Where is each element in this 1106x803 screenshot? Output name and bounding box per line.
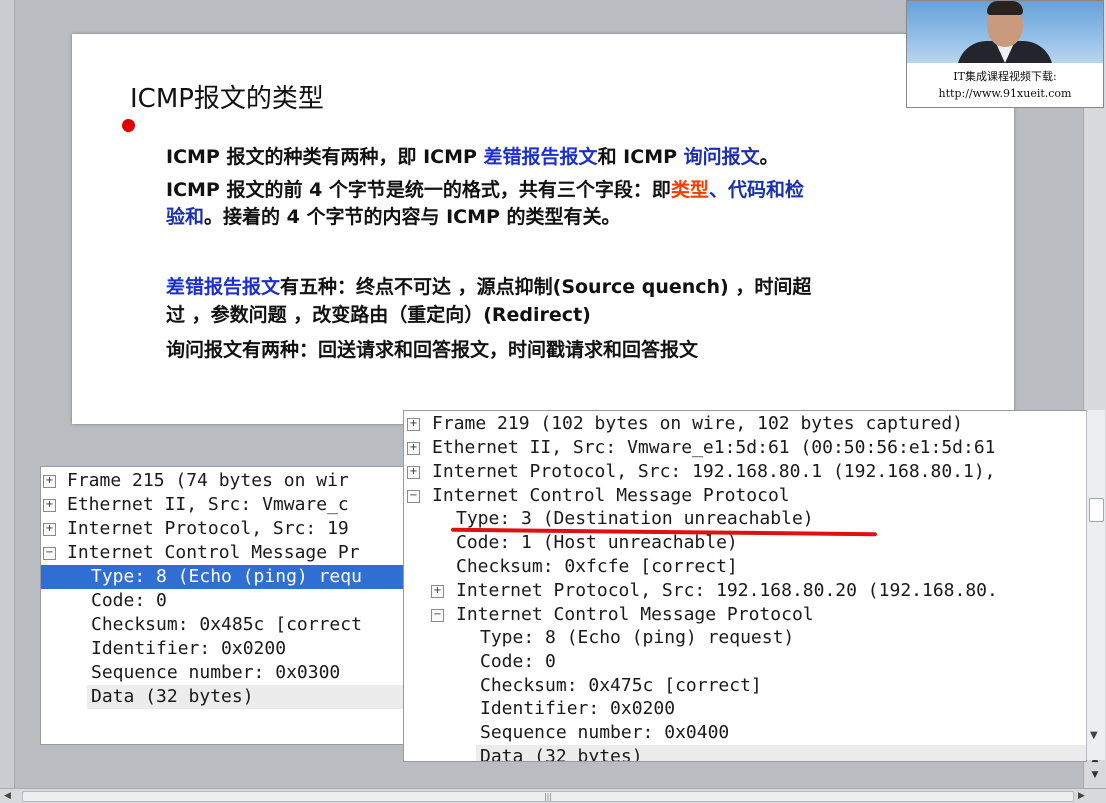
row-text: Internet Control Message Pr — [67, 542, 360, 563]
row-text: Sequence number: 0x0400 — [480, 722, 730, 743]
tree-row[interactable]: + Ethernet II, Src: Vmware_e1:5d:61 (00:5… — [404, 436, 1086, 460]
presenter-panel: IT集成课程视频下载: http://www.91xueit.com — [906, 0, 1104, 108]
expand-icon[interactable]: + — [431, 585, 444, 598]
text: 。接着的 4 个字节的内容与 ICMP 的类型有关。 — [204, 206, 621, 228]
expand-icon[interactable]: + — [407, 442, 420, 455]
tree-row[interactable]: + Internet Protocol, Src: 192.168.80.1 (1… — [404, 460, 1086, 484]
highlight-text: 验和 — [166, 206, 205, 228]
presenter-caption: IT集成课程视频下载: — [953, 70, 1057, 83]
text: 和 ICMP — [597, 146, 684, 168]
text: ICMP 报文的前 4 个字节是统一的格式，共有三个字段：即 — [166, 179, 671, 201]
row-text: Ethernet II, Src: Vmware_e1:5d:61 (00:50… — [432, 437, 996, 458]
row-text: Code: 1 (Host unreachable) — [456, 532, 738, 553]
expand-icon[interactable]: + — [43, 475, 56, 488]
row-text: Ethernet II, Src: Vmware_c — [67, 494, 349, 515]
text: 有五种：终点不可达 ，源点抑制(Source quench) ，时间超 — [280, 276, 812, 298]
row-text: Checksum: 0x475c [correct] — [480, 675, 762, 696]
collapse-icon[interactable]: − — [407, 490, 420, 503]
collapse-icon[interactable]: − — [431, 609, 444, 622]
text: 、 — [708, 179, 728, 201]
row-text: Internet Protocol, Src: 192.168.80.20 (1… — [456, 580, 998, 601]
row-text: Identifier: 0x0200 — [480, 698, 676, 719]
highlight-text: 代码和检 — [727, 179, 804, 201]
expand-icon[interactable]: + — [43, 523, 56, 536]
tree-row-selected[interactable]: Type: 8 (Echo (ping) requ — [41, 565, 404, 589]
highlight-text: 差错报告报文 — [166, 276, 281, 298]
tree-row[interactable]: + Internet Protocol, Src: 19 — [41, 517, 404, 541]
row-text: Frame 219 (102 bytes on wire, 102 bytes … — [432, 413, 964, 434]
tree-row[interactable]: Code: 0 — [404, 650, 1086, 674]
presenter-video — [907, 1, 1103, 63]
highlight-text: 差错报告报文 — [483, 146, 598, 168]
expand-icon[interactable]: + — [407, 418, 420, 431]
row-text: Data (32 bytes) — [91, 686, 254, 707]
expand-icon[interactable]: + — [43, 499, 56, 512]
row-text: Checksum: 0xfcfe [correct] — [456, 556, 738, 577]
tree-row[interactable]: Checksum: 0x475c [correct] — [404, 674, 1086, 698]
pane-scrollbar[interactable]: ▼ — [1086, 410, 1105, 760]
paragraph-4: 询问报文有两种：回送请求和回答报文，时间戳请求和回答报文 — [166, 339, 699, 361]
row-text: Type: 8 (Echo (ping) request) — [480, 627, 795, 648]
scroll-down-icon[interactable]: ▼ — [1087, 768, 1103, 782]
paragraph-3-line1: 差错报告报文有五种：终点不可达 ，源点抑制(Source quench) ，时间… — [166, 274, 811, 301]
tree-row[interactable]: + Internet Protocol, Src: 192.168.80.20 (… — [404, 579, 1086, 603]
bullet-dot — [122, 119, 135, 132]
row-text: Internet Control Message Protocol — [456, 604, 814, 625]
left-panel-strip — [0, 0, 15, 790]
tree-row[interactable]: + Ethernet II, Src: Vmware_c — [41, 493, 404, 517]
scroll-right-icon[interactable]: ▶ — [1078, 789, 1085, 803]
tree-row[interactable]: − Internet Control Message Protocol — [404, 603, 1086, 627]
row-text: Type: 8 (Echo (ping) requ — [91, 566, 362, 587]
row-text: Checksum: 0x485c [correct — [91, 614, 362, 635]
tree-row[interactable]: Checksum: 0xfcfe [correct] — [404, 555, 1086, 579]
paragraph-1: ICMP 报文的种类有两种，即 ICMP 差错报告报文和 ICMP 询问报文。 — [166, 144, 779, 171]
paragraph-2-line1: ICMP 报文的前 4 个字节是统一的格式，共有三个字段：即类型、代码和检 — [166, 177, 804, 204]
row-text: Code: 0 — [91, 590, 167, 611]
paragraph-3-line2: 过 ，参数问题 ，改变路由（重定向）(Redirect) — [166, 304, 591, 326]
tree-row[interactable]: + Frame 219 (102 bytes on wire, 102 bytes… — [404, 412, 1086, 436]
tree-row[interactable]: Code: 0 — [41, 589, 404, 613]
row-text: Internet Protocol, Src: 192.168.80.1 (19… — [432, 461, 996, 482]
expand-icon[interactable]: + — [407, 466, 420, 479]
tree-row[interactable]: Identifier: 0x0200 — [404, 697, 1086, 721]
slide: ICMP报文的类型 ICMP 报文的种类有两种，即 ICMP 差错报告报文和 I… — [72, 34, 1014, 424]
tree-row[interactable]: + Frame 215 (74 bytes on wir — [41, 469, 404, 493]
tree-row[interactable]: − Internet Control Message Protocol — [404, 484, 1086, 508]
row-text: Internet Control Message Protocol — [432, 485, 790, 506]
scroll-left-icon[interactable]: ◀ — [4, 789, 11, 803]
tree-row[interactable]: Sequence number: 0x0400 — [404, 721, 1086, 745]
collapse-icon[interactable]: − — [43, 547, 56, 560]
tree-row[interactable]: − Internet Control Message Pr — [41, 541, 404, 565]
text: ICMP 报文的种类有两种，即 ICMP — [166, 146, 484, 168]
row-text: Data (32 bytes) — [480, 746, 643, 762]
row-text: Internet Protocol, Src: 19 — [67, 518, 349, 539]
scroll-thumb[interactable]: ||| — [22, 791, 1074, 802]
horizontal-scrollbar[interactable]: ◀ ||| ▶ — [0, 788, 1106, 803]
tree-row[interactable]: Type: 8 (Echo (ping) request) — [404, 626, 1086, 650]
highlight-text: 询问报文 — [683, 146, 760, 168]
packet-details-right[interactable]: + Frame 219 (102 bytes on wire, 102 bytes… — [403, 410, 1087, 762]
pane-scroll-thumb[interactable] — [1089, 498, 1104, 522]
text: 。 — [759, 146, 779, 168]
tree-row[interactable]: Data (32 bytes) — [476, 745, 1086, 762]
tree-row[interactable]: Identifier: 0x0200 — [41, 637, 404, 661]
tree-row[interactable]: Data (32 bytes) — [87, 685, 404, 709]
slide-title: ICMP报文的类型 — [130, 84, 324, 114]
row-text: Code: 0 — [480, 651, 556, 672]
tree-row[interactable]: Checksum: 0x485c [correct — [41, 613, 404, 637]
presenter-url: http://www.91xueit.com — [938, 87, 1072, 100]
tree-row[interactable]: Sequence number: 0x0300 — [41, 661, 404, 685]
pane-scroll-down-icon[interactable]: ▼ — [1090, 730, 1098, 741]
packet-details-left[interactable]: + Frame 215 (74 bytes on wir + Ethernet II… — [40, 466, 405, 745]
row-text: Identifier: 0x0200 — [91, 638, 287, 659]
paragraph-2-line2: 验和。接着的 4 个字节的内容与 ICMP 的类型有关。 — [166, 204, 621, 231]
row-text: Frame 215 (74 bytes on wir — [67, 470, 349, 491]
row-text: Sequence number: 0x0300 — [91, 662, 341, 683]
highlight-text: 类型 — [670, 179, 709, 201]
